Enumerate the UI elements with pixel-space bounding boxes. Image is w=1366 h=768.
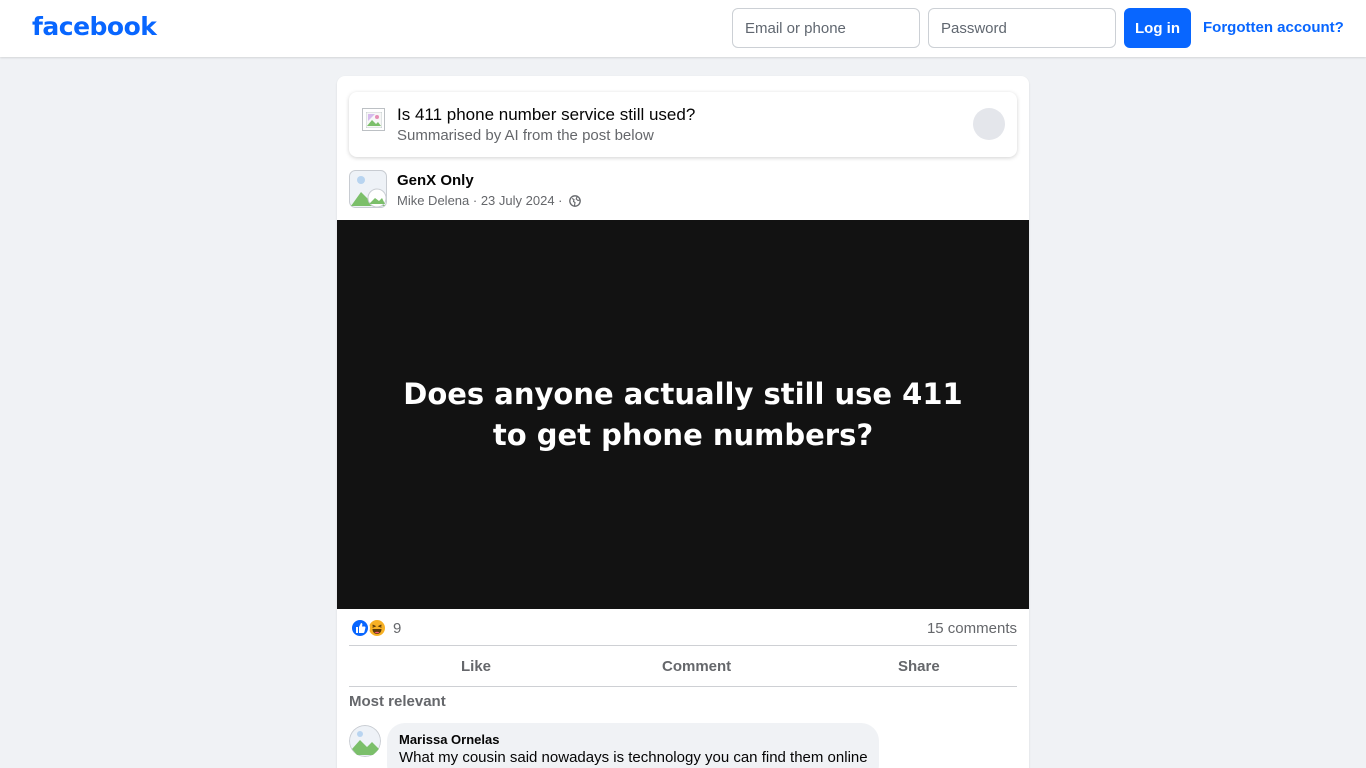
ai-summary-expand-button[interactable] [973, 108, 1005, 140]
divider [349, 645, 1017, 646]
meta-separator: · [554, 193, 567, 208]
comment-button[interactable]: Comment [662, 658, 731, 675]
broken-image-icon [362, 108, 385, 131]
post-date[interactable]: 23 July 2024 [481, 193, 555, 208]
comments-count[interactable]: 15 comments [927, 620, 1017, 637]
group-avatar[interactable] [349, 170, 387, 208]
reaction-count: 9 [393, 620, 402, 637]
post-image[interactable]: Does anyone actually still use 411 to ge… [337, 220, 1029, 609]
facebook-logo[interactable]: facebook [32, 12, 157, 41]
ai-summary-title: Is 411 phone number service still used? [397, 105, 696, 124]
comment-sort-label[interactable]: Most relevant [349, 693, 446, 710]
haha-reaction-icon [367, 618, 387, 638]
comment-text: What my cousin said nowadays is technolo… [399, 749, 868, 766]
post-image-text: Does anyone actually still use 411 to ge… [403, 376, 963, 452]
top-bar: facebook Log in Forgotten account? [0, 0, 1366, 57]
comment-author[interactable]: Marissa Ornelas [399, 732, 499, 747]
ai-summary-box[interactable]: Is 411 phone number service still used? … [349, 92, 1017, 157]
post-author[interactable]: Mike Delena [397, 193, 469, 208]
meta-separator: · [469, 193, 481, 208]
post-card: Is 411 phone number service still used? … [337, 76, 1029, 768]
commenter-avatar[interactable] [349, 725, 381, 757]
post-meta: Mike Delena · 23 July 2024 · [397, 193, 581, 210]
group-name[interactable]: GenX Only [397, 172, 474, 189]
email-field[interactable] [732, 8, 920, 48]
login-button[interactable]: Log in [1124, 8, 1191, 48]
forgotten-account-link[interactable]: Forgotten account? [1203, 19, 1344, 36]
like-button[interactable]: Like [461, 658, 491, 675]
ai-summary-subtitle: Summarised by AI from the post below [397, 127, 654, 144]
password-field[interactable] [928, 8, 1116, 48]
share-button[interactable]: Share [898, 658, 940, 675]
divider [349, 686, 1017, 687]
comment-bubble: Marissa Ornelas What my cousin said nowa… [387, 723, 879, 768]
globe-icon [569, 195, 581, 210]
like-reaction-icon [350, 618, 370, 638]
